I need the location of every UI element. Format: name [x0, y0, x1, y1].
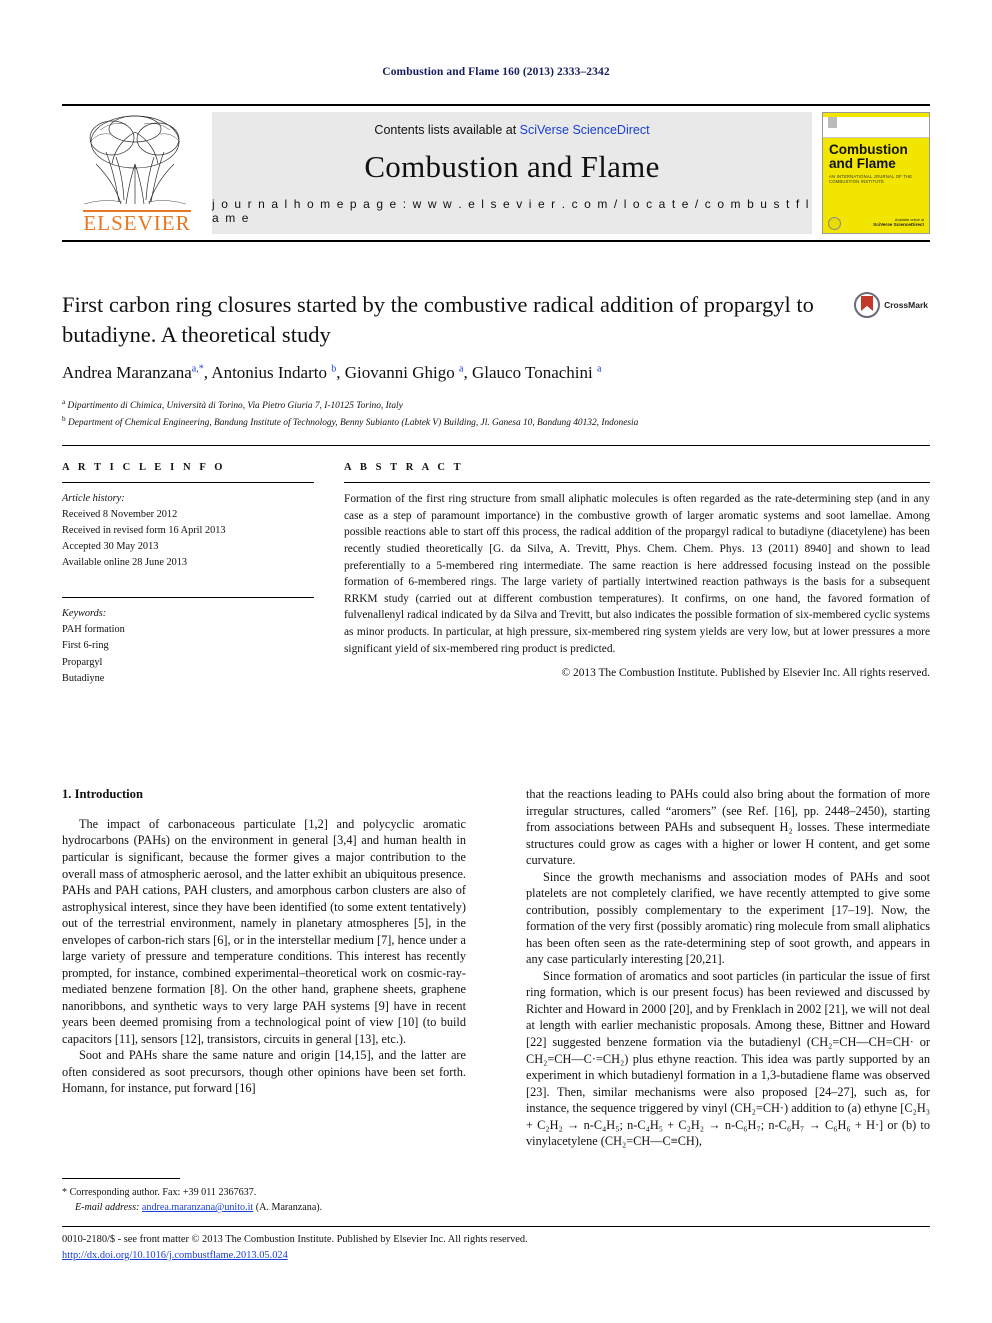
section-heading-introduction: 1. Introduction	[62, 787, 143, 801]
email-link[interactable]: andrea.maranzana@unito.it	[142, 1202, 253, 1213]
elsevier-wordmark: ELSEVIER	[83, 210, 191, 235]
doi-link[interactable]: http://dx.doi.org/10.1016/j.combustflame…	[62, 1250, 288, 1261]
running-head: Combustion and Flame 160 (2013) 2333–234…	[382, 66, 610, 78]
keywords-rule	[62, 597, 314, 599]
article-info-rule	[62, 482, 314, 483]
keyword-item: Butadiyne	[62, 672, 105, 684]
abstract-text: Formation of the first ring structure fr…	[344, 493, 930, 655]
sciencedirect-link[interactable]: SciVerse ScienceDirect	[520, 123, 650, 137]
keyword-item: PAH formation	[62, 624, 125, 636]
cover-journal-name: Combustion and Flame	[829, 142, 908, 172]
masthead-center: Contents lists available at SciVerse Sci…	[212, 112, 812, 234]
cover-top-band	[823, 117, 929, 138]
masthead-bottom-rule	[62, 240, 930, 242]
affiliations: a Dipartimento di Chimica, Università di…	[62, 397, 930, 430]
keyword-item: Propargyl	[62, 656, 103, 668]
abstract-copyright: © 2013 The Combustion Institute. Publish…	[561, 667, 930, 680]
journal-homepage: j o u r n a l h o m e p a g e : w w w . …	[212, 197, 811, 225]
paper-page: Combustion and Flame 160 (2013) 2333–234…	[0, 0, 992, 1323]
crossmark-badge[interactable]: CrossMark	[854, 292, 928, 318]
author-affil-marker: a	[597, 363, 602, 375]
affiliation-b: b Department of Chemical Engineering, Ba…	[62, 415, 639, 429]
crossmark-label: CrossMark	[884, 300, 928, 310]
cover-subtitle: AN INTERNATIONAL JOURNAL OF THE COMBUSTI…	[829, 174, 913, 185]
article-info-section: A R T I C L E I N F O Article history: R…	[62, 462, 314, 687]
footer-rule	[62, 1226, 930, 1227]
history-item: Accepted 30 May 2013	[62, 541, 159, 553]
page-footer: 0010-2180/$ - see front matter © 2013 Th…	[62, 1226, 930, 1263]
crossmark-icon	[854, 292, 881, 318]
email-label: E-mail address:	[75, 1202, 140, 1214]
footer-copyright: 0010-2180/$ - see front matter © 2013 Th…	[62, 1234, 528, 1245]
body-columns: 1. Introduction The impact of carbonaceo…	[62, 786, 930, 1226]
abstract-heading: A B S T R A C T	[344, 462, 464, 473]
cover-badge-icon	[828, 117, 837, 128]
footnote-corresponding: * Corresponding author. Fax: +39 011 236…	[62, 1187, 257, 1198]
paragraph: Soot and PAHs share the same nature and …	[62, 1048, 466, 1096]
body-column-right: that the reactions leading to PAHs could…	[526, 786, 930, 1150]
corresponding-author-footnote: * Corresponding author. Fax: +39 011 236…	[62, 1178, 466, 1215]
footer-doi-line: http://dx.doi.org/10.1016/j.combustflame…	[62, 1248, 930, 1264]
keywords-label: Keywords:	[62, 608, 107, 620]
author-affil-marker: a	[459, 363, 464, 375]
footnote-email: E-mail address: andrea.maranzana@unito.i…	[62, 1200, 466, 1215]
history-item: Received in revised form 16 April 2013	[62, 525, 226, 537]
history-item: Available online 28 June 2013	[62, 557, 188, 569]
affil-marker-b: b	[62, 415, 66, 424]
keyword-item: First 6-ring	[62, 640, 109, 652]
cover-seal-icon	[828, 216, 841, 230]
footnote-star: *	[62, 1187, 68, 1198]
abstract-rule	[344, 482, 930, 483]
article-history-label: Article history:	[62, 493, 125, 504]
paragraph: Since the growth mechanisms and associat…	[526, 869, 930, 967]
history-item: Received 8 November 2012	[62, 509, 178, 521]
journal-title: Combustion and Flame	[364, 149, 660, 184]
contents-prefix: Contents lists available at	[374, 123, 520, 137]
author-list: Andrea Maranzanaa,*, Antonius Indarto b,…	[62, 363, 602, 383]
paragraph-continued: that the reactions leading to PAHs could…	[526, 787, 930, 868]
journal-cover-thumbnail: Combustion and Flame AN INTERNATIONAL JO…	[822, 112, 930, 234]
contents-available-line: Contents lists available at SciVerse Sci…	[374, 123, 649, 137]
elsevier-tree-icon	[83, 115, 187, 205]
title-block: First carbon ring closures started by th…	[62, 290, 930, 431]
journal-masthead: ELSEVIER Contents lists available at Sci…	[62, 104, 930, 242]
email-suffix: (A. Maranzana).	[255, 1202, 323, 1214]
paragraph: Since formation of aromatics and soot pa…	[526, 968, 930, 1149]
cover-bottom-band: Available online at SciVerse ScienceDire…	[823, 213, 929, 233]
article-history: Article history: Received 8 November 201…	[62, 491, 314, 571]
author-affil-marker: b	[331, 363, 337, 375]
article-info-heading: A R T I C L E I N F O	[62, 462, 226, 473]
affiliation-a: a Dipartimento di Chimica, Università di…	[62, 398, 403, 412]
cover-sciencedirect-note: Available online at SciVerse ScienceDire…	[873, 217, 924, 228]
abstract-section: A B S T R A C T Formation of the first r…	[344, 462, 930, 679]
affil-marker-a: a	[62, 398, 66, 407]
author-affil-marker: a,*	[191, 363, 204, 375]
page-title: First carbon ring closures started by th…	[62, 292, 814, 347]
footnote-rule	[62, 1178, 180, 1179]
paragraph: The impact of carbonaceous particulate […	[62, 816, 466, 1046]
elsevier-logo: ELSEVIER	[62, 112, 212, 234]
body-column-left: 1. Introduction The impact of carbonaceo…	[62, 786, 466, 1097]
info-top-rule	[62, 445, 930, 446]
keywords-block: Keywords: PAH formation First 6-ring Pro…	[62, 606, 314, 686]
